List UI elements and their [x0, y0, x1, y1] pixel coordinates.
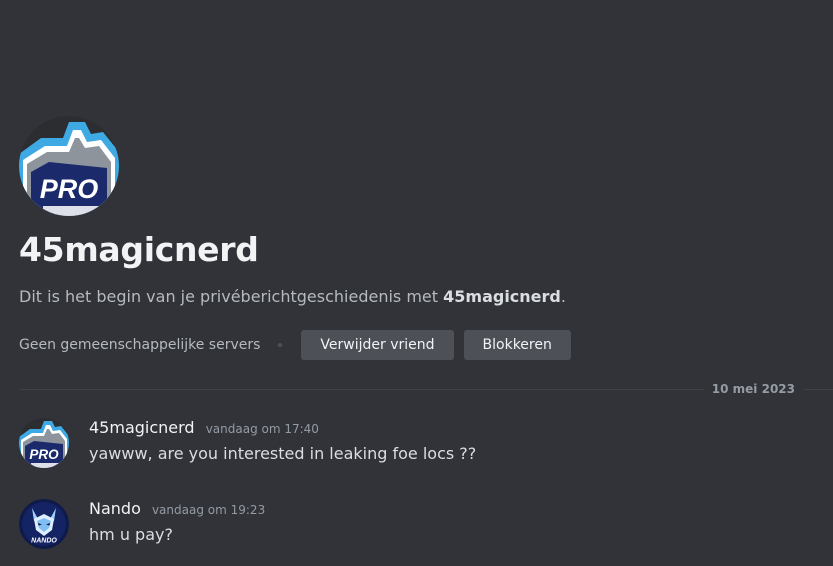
svg-text:PRO: PRO — [29, 447, 59, 462]
message-header: Nando vandaag om 19:23 — [89, 499, 265, 518]
block-button[interactable]: Blokkeren — [463, 330, 571, 360]
message-content: hm u pay? — [89, 525, 173, 544]
profile-avatar[interactable]: PRO — [19, 116, 119, 216]
remove-friend-button[interactable]: Verwijder vriend — [301, 330, 454, 360]
description-username[interactable]: 45magicnerd — [443, 287, 561, 306]
description-prefix: Dit is het begin van je privéberichtgesc… — [19, 287, 444, 306]
message-content: yawww, are you interested in leaking foe… — [89, 444, 477, 463]
description-suffix: . — [560, 287, 566, 306]
message-author[interactable]: Nando — [89, 499, 141, 518]
pro-logo-avatar-icon: PRO — [19, 116, 119, 216]
message-timestamp: vandaag om 19:23 — [151, 503, 266, 517]
nando-wolf-avatar-icon: NANDO — [19, 499, 69, 549]
message-avatar[interactable]: NANDO — [19, 499, 69, 549]
pro-logo-avatar-icon: PRO — [19, 418, 69, 468]
message-timestamp: vandaag om 17:40 — [205, 422, 319, 436]
dm-welcome-header: PRO 45magicnerd Dit is het begin van je … — [19, 116, 819, 360]
dm-start-description: Dit is het begin van je privéberichtgesc… — [19, 286, 566, 308]
message-header: 45magicnerd vandaag om 17:40 — [89, 418, 319, 437]
message-avatar[interactable]: PRO — [19, 418, 69, 468]
message-author[interactable]: 45magicnerd — [89, 418, 195, 437]
svg-text:NANDO: NANDO — [31, 538, 57, 545]
mutual-servers-label: Geen gemeenschappelijke servers — [19, 337, 261, 353]
dm-channel: PRO 45magicnerd Dit is het begin van je … — [0, 0, 833, 566]
date-divider-label: 10 mei 2023 — [703, 381, 803, 397]
message-item: NANDO Nando vandaag om 19:23 hm u pay? — [19, 499, 819, 551]
separator-dot — [278, 343, 283, 347]
profile-username: 45magicnerd — [19, 230, 259, 269]
svg-text:PRO: PRO — [40, 174, 99, 204]
message-item: PRO 45magicnerd vandaag om 17:40 yawww, … — [19, 418, 819, 470]
profile-actions: Geen gemeenschappelijke servers Verwijde… — [19, 330, 581, 360]
